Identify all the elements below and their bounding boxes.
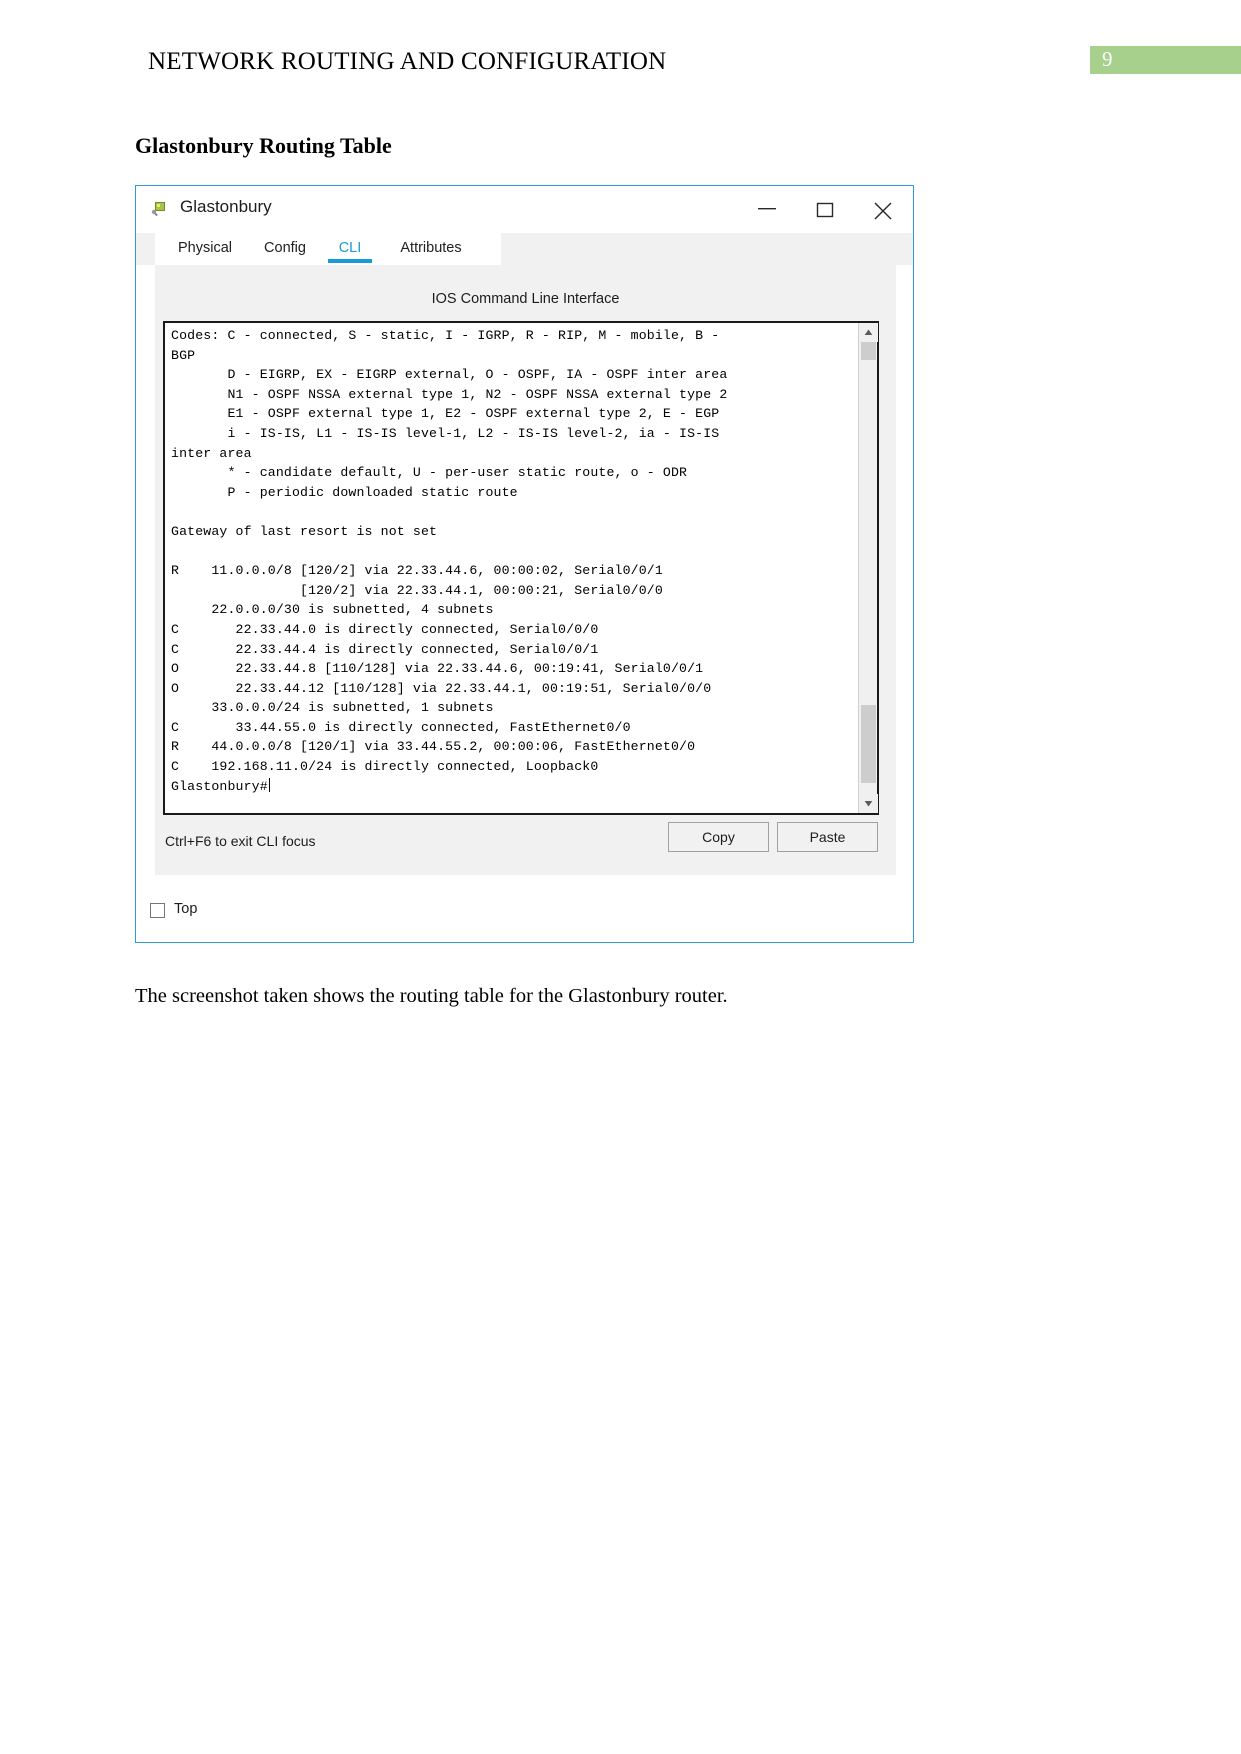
scrollbar-thumb-upper[interactable] [861, 342, 876, 360]
window-title-bar: Glastonbury [136, 186, 913, 234]
paste-button[interactable]: Paste [777, 822, 878, 852]
device-window: Glastonbury Physical Config CLI Attribut… [135, 185, 914, 943]
terminal[interactable]: Codes: C - connected, S - static, I - IG… [163, 321, 879, 815]
copy-button[interactable]: Copy [668, 822, 769, 852]
maximize-icon[interactable] [797, 186, 855, 232]
tab-attributes[interactable]: Attributes [381, 233, 481, 265]
page-title: Glastonbury Routing Table [135, 133, 392, 158]
tab-attributes-label: Attributes [400, 240, 462, 256]
cli-panel-heading: IOS Command Line Interface [431, 291, 620, 307]
terminal-prompt: Glastonbury# [171, 778, 268, 794]
tab-config-label: Config [264, 240, 306, 256]
page-number-badge: 9 [1090, 46, 1241, 74]
terminal-scrollbar[interactable] [858, 323, 878, 813]
close-icon[interactable] [855, 186, 913, 232]
terminal-output-text: Codes: C - connected, S - static, I - IG… [171, 328, 728, 775]
cli-panel: IOS Command Line Interface Codes: C - co… [155, 265, 896, 875]
tab-cli-label: CLI [338, 240, 362, 256]
tab-strip: Physical Config CLI Attributes [136, 233, 913, 265]
router-device-icon [151, 199, 171, 219]
figure-caption: The screenshot taken shows the routing t… [135, 985, 728, 1007]
tab-physical-label: Physical [178, 240, 232, 256]
document-header-title: NETWORK ROUTING AND CONFIGURATION [148, 48, 667, 75]
top-checkbox[interactable] [150, 903, 165, 918]
top-checkbox-label: Top [174, 901, 198, 917]
scroll-up-icon[interactable] [859, 323, 878, 342]
document-header: NETWORK ROUTING AND CONFIGURATION 9 [0, 46, 1241, 92]
scrollbar-thumb[interactable] [861, 705, 876, 783]
terminal-output: Codes: C - connected, S - static, I - IG… [171, 326, 856, 811]
tab-cli[interactable]: CLI [324, 233, 376, 265]
tab-active-indicator [328, 259, 372, 263]
cli-focus-hint: Ctrl+F6 to exit CLI focus [165, 833, 316, 849]
minimize-icon[interactable] [739, 186, 797, 232]
scroll-down-icon[interactable] [859, 794, 878, 813]
page-number: 9 [1102, 47, 1113, 71]
window-title: Glastonbury [180, 197, 272, 216]
tab-config[interactable]: Config [250, 233, 320, 265]
tab-physical[interactable]: Physical [165, 233, 245, 265]
terminal-cursor [268, 777, 270, 792]
